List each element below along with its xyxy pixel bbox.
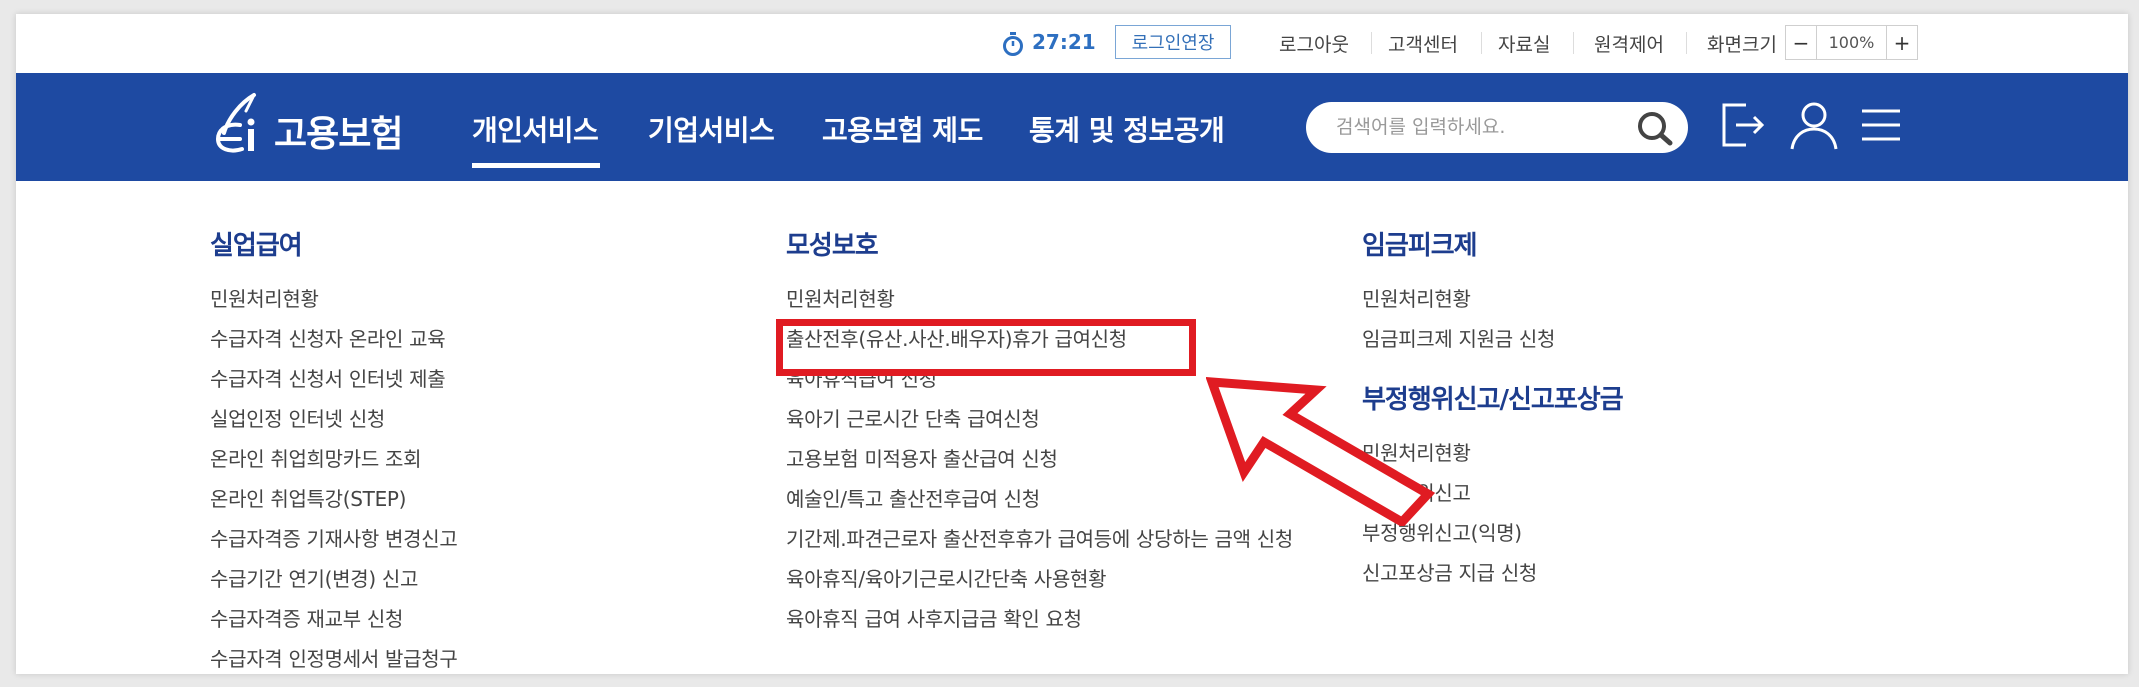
hamburger-menu-icon[interactable] bbox=[1852, 95, 1908, 155]
search-icon[interactable] bbox=[1635, 110, 1675, 146]
list-item[interactable]: 수급자격 신청자 온라인 교육 bbox=[210, 319, 457, 359]
list-item[interactable]: 민원처리현황 bbox=[1362, 279, 1623, 319]
remote-control-link[interactable]: 원격제어 bbox=[1594, 30, 1664, 57]
logout-link[interactable]: 로그아웃 bbox=[1279, 30, 1349, 57]
zoom-level: 100% bbox=[1816, 26, 1887, 59]
divider bbox=[1686, 32, 1687, 54]
pointer-arrow-icon bbox=[1206, 377, 1436, 526]
screen-size-label: 화면크기 bbox=[1707, 34, 1777, 56]
session-timer: 27:21 bbox=[1032, 30, 1096, 54]
browser-page: 27:21 로그인연장 로그아웃 고객센터 자료실 원격제어 화면크기 − 10… bbox=[16, 14, 2128, 674]
list-item[interactable]: 신고포상금 지급 신청 bbox=[1362, 553, 1623, 593]
list-item[interactable]: 온라인 취업희망카드 조회 bbox=[210, 439, 457, 479]
logout-icon[interactable] bbox=[1716, 95, 1772, 155]
column-title[interactable]: 실업급여 bbox=[210, 225, 457, 265]
archive-link[interactable]: 자료실 bbox=[1498, 30, 1550, 57]
divider bbox=[1481, 32, 1482, 54]
list-item[interactable]: 육아휴직 급여 사후지급금 확인 요청 bbox=[786, 599, 1293, 639]
zoom-control: − 100% + bbox=[1785, 25, 1918, 60]
column-title[interactable]: 모성보호 bbox=[786, 225, 1293, 265]
unemployment-menu-list: 민원처리현황 수급자격 신청자 온라인 교육 수급자격 신청서 인터넷 제출 실… bbox=[210, 279, 458, 674]
search-box bbox=[1306, 102, 1688, 153]
active-menu-indicator bbox=[472, 163, 600, 168]
list-item[interactable]: 임금피크제 지원금 신청 bbox=[1362, 319, 1623, 359]
menu-statistics-disclosure[interactable]: 통계 및 정보공개 bbox=[1029, 109, 1225, 149]
list-item[interactable]: 민원처리현황 bbox=[786, 279, 1293, 319]
main-navigation: 고용보험 개인서비스 기업서비스 고용보험 제도 통계 및 정보공개 bbox=[16, 73, 2128, 181]
search-input[interactable] bbox=[1336, 110, 1636, 144]
zoom-in-button[interactable]: + bbox=[1887, 26, 1917, 59]
menu-personal-service[interactable]: 개인서비스 bbox=[472, 109, 599, 149]
list-item[interactable]: 육아휴직/육아기근로시간단축 사용현황 bbox=[786, 559, 1293, 599]
user-icon[interactable] bbox=[1786, 95, 1842, 155]
extend-login-button[interactable]: 로그인연장 bbox=[1115, 25, 1231, 59]
list-item[interactable]: 수급자격 신청서 인터넷 제출 bbox=[210, 359, 457, 399]
list-item[interactable]: 민원처리현황 bbox=[210, 279, 457, 319]
divider bbox=[1371, 32, 1372, 54]
highlight-box bbox=[776, 319, 1196, 376]
list-item[interactable]: 온라인 취업특강(STEP) bbox=[210, 479, 457, 519]
menu-business-service[interactable]: 기업서비스 bbox=[648, 109, 775, 149]
logo-text[interactable]: 고용보험 bbox=[274, 105, 403, 157]
divider bbox=[1573, 32, 1574, 54]
list-item[interactable]: 수급자격증 재교부 신청 bbox=[210, 599, 457, 639]
menu-insurance-system[interactable]: 고용보험 제도 bbox=[822, 109, 983, 149]
list-item[interactable]: 수급자격증 기재사항 변경신고 bbox=[210, 519, 458, 559]
customer-center-link[interactable]: 고객센터 bbox=[1388, 30, 1458, 57]
stopwatch-icon bbox=[1003, 32, 1023, 56]
list-item[interactable]: 수급기간 연기(변경) 신고 bbox=[210, 559, 457, 599]
unemployment-benefit-column: 실업급여 민원처리현황 수급자격 신청자 온라인 교육 수급자격 신청서 인터넷… bbox=[210, 225, 458, 674]
list-item[interactable]: 실업인정 인터넷 신청 bbox=[210, 399, 457, 439]
list-item[interactable]: 수급자격 인정명세서 발급청구 bbox=[210, 639, 458, 674]
zoom-out-button[interactable]: − bbox=[1786, 26, 1816, 59]
utility-bar: 27:21 로그인연장 로그아웃 고객센터 자료실 원격제어 화면크기 − 10… bbox=[16, 14, 2128, 74]
column-title[interactable]: 임금피크제 bbox=[1362, 225, 1623, 265]
wage-peak-menu-list: 민원처리현황 임금피크제 지원금 신청 bbox=[1362, 279, 1623, 359]
